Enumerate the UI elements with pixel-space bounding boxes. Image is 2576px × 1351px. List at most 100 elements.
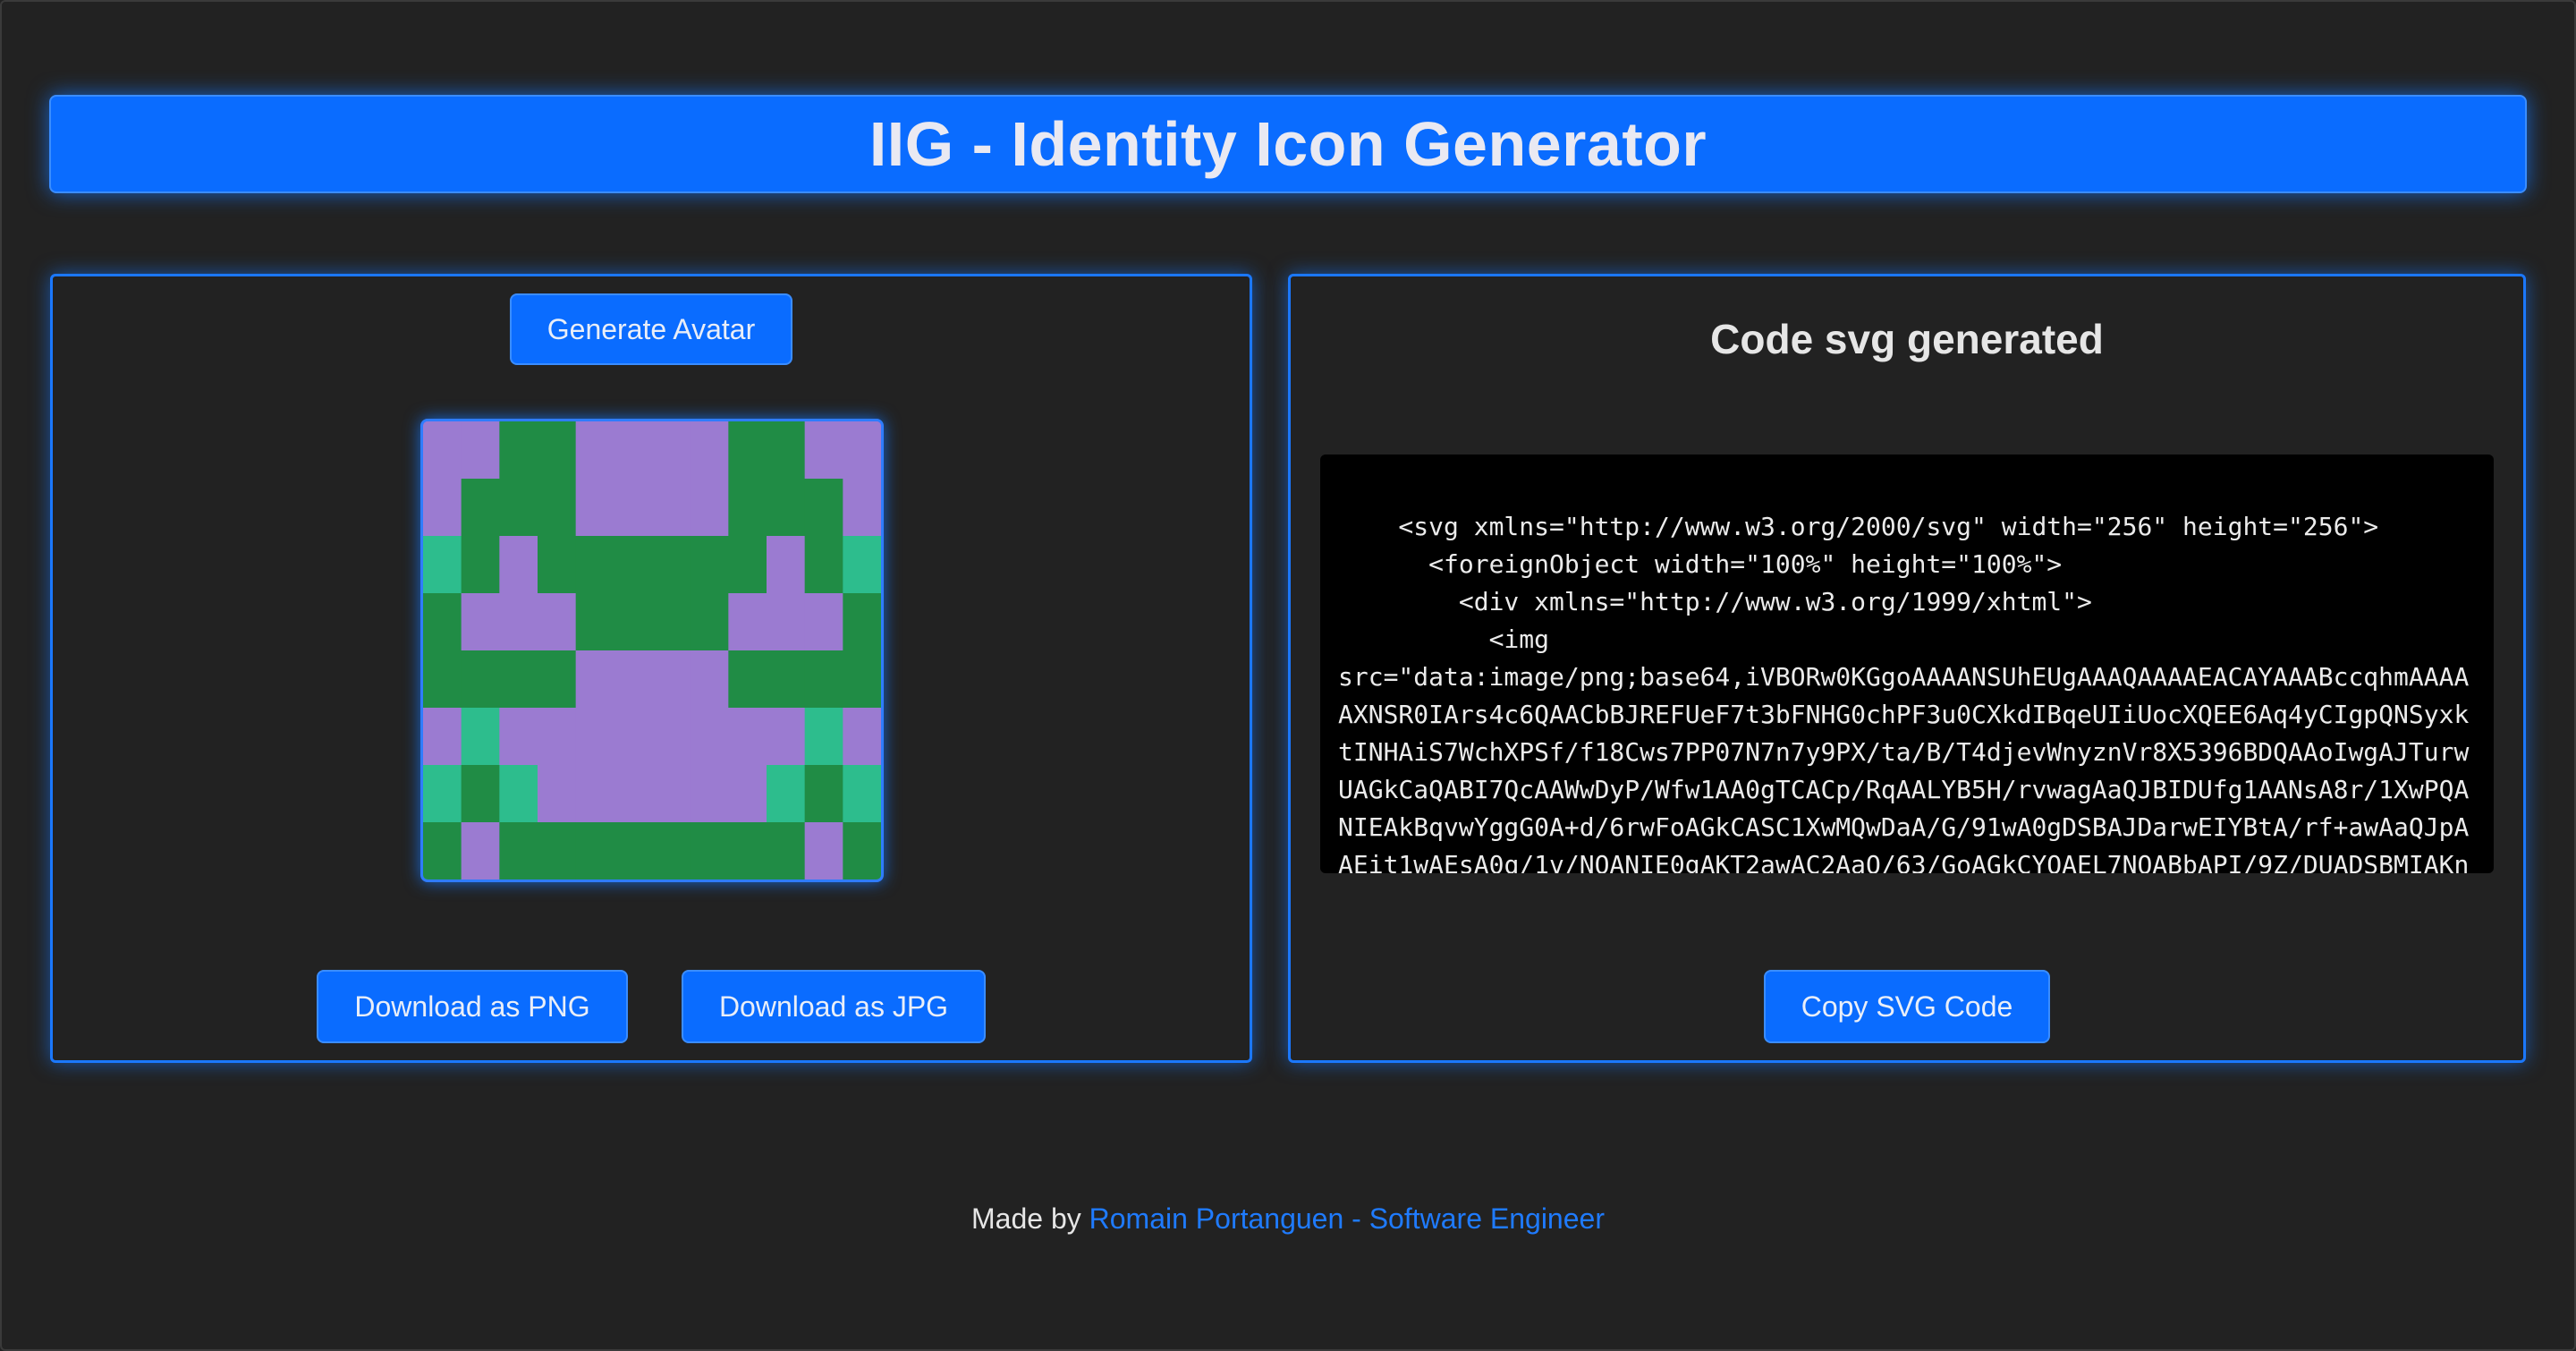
code-line: <foreignObject width="100%" height="100%… (1338, 549, 2063, 579)
avatar-pixel (652, 822, 691, 879)
avatar-pixel (538, 708, 577, 767)
avatar-pixel (767, 479, 806, 538)
avatar-pixel (614, 536, 653, 595)
avatar-pixel (538, 421, 577, 480)
code-line: <svg xmlns="http://www.w3.org/2000/svg" … (1338, 512, 2379, 541)
avatar-pixel (538, 479, 577, 538)
avatar-pixel (423, 421, 462, 480)
avatar-pixel (575, 650, 615, 709)
avatar-pixel (690, 765, 730, 824)
avatar-pixel (499, 822, 538, 879)
code-line: NIEAkBqvwYggG0A+d/6rwFoAGkCASC1XwMQwDaA/… (1338, 812, 2470, 842)
avatar-pixel (843, 765, 881, 824)
avatar-image (423, 421, 881, 879)
code-line: src="data:image/png;base64,iVBORw0KGgoAA… (1338, 662, 2470, 692)
avatar-pixel (728, 421, 767, 480)
avatar-pixel (575, 765, 615, 824)
avatar-pixel (804, 708, 844, 767)
avatar-pixel (614, 765, 653, 824)
avatar-pixel (767, 421, 806, 480)
avatar-preview (420, 419, 884, 882)
app-header: IIG - Identity Icon Generator (49, 95, 2527, 193)
avatar-pixel (499, 765, 538, 824)
avatar-pixel (614, 593, 653, 652)
avatar-pixel (767, 650, 806, 709)
avatar-pixel (843, 708, 881, 767)
avatar-pixel (767, 765, 806, 824)
avatar-pixel (461, 536, 501, 595)
avatar-pixel (575, 536, 615, 595)
avatar-pixel (652, 650, 691, 709)
code-line: tINHAiS7WchXPSf/f18Cws7PP07N7n7y9PX/ta/B… (1338, 737, 2470, 767)
avatar-pixel (423, 536, 462, 595)
avatar-pixel (575, 822, 615, 879)
avatar-pixel (690, 708, 730, 767)
avatar-pixel (843, 421, 881, 480)
avatar-pixel (804, 765, 844, 824)
avatar-pixel (423, 765, 462, 824)
avatar-pixel (843, 822, 881, 879)
author-link[interactable]: Romain Portanguen - Software Engineer (1089, 1202, 1605, 1235)
svg-code-block[interactable]: <svg xmlns="http://www.w3.org/2000/svg" … (1320, 455, 2494, 873)
avatar-pixel (423, 593, 462, 652)
avatar-pixel (690, 593, 730, 652)
avatar-pixel (767, 822, 806, 879)
avatar-pixel (652, 536, 691, 595)
avatar-pixel (804, 650, 844, 709)
avatar-pixel (538, 765, 577, 824)
avatar-pixel (690, 822, 730, 879)
avatar-pixel (499, 421, 538, 480)
avatar-pixel (690, 421, 730, 480)
avatar-pixel (461, 822, 501, 879)
avatar-pixel (690, 479, 730, 538)
code-line: <div xmlns="http://www.w3.org/1999/xhtml… (1338, 587, 2092, 616)
avatar-pixel (499, 650, 538, 709)
avatar-pixel (423, 479, 462, 538)
avatar-pixel (767, 536, 806, 595)
avatar-pixel (843, 479, 881, 538)
avatar-pixel (575, 593, 615, 652)
avatar-pixel (690, 650, 730, 709)
code-line: AEit1wAEsA0q/1v/NQANIE0gAKT2awAC2AaQ/63/… (1338, 850, 2470, 873)
download-jpg-button[interactable]: Download as JPG (682, 970, 986, 1043)
code-line: AXNSR0IArs4c6QAACbBJREFUeF7t3bFNHG0chPF3… (1338, 700, 2470, 729)
svg-code-text: <svg xmlns="http://www.w3.org/2000/svg" … (1338, 508, 2476, 873)
copy-svg-code-button[interactable]: Copy SVG Code (1764, 970, 2050, 1043)
avatar-pixel (728, 822, 767, 879)
avatar-pixel (499, 536, 538, 595)
avatar-pixel (499, 708, 538, 767)
avatar-pixel (499, 479, 538, 538)
code-panel-title: Code svg generated (1710, 316, 2104, 362)
avatar-pixel (728, 479, 767, 538)
page-title: IIG - Identity Icon Generator (869, 109, 1707, 179)
download-png-button[interactable]: Download as PNG (317, 970, 628, 1043)
avatar-pixel (690, 536, 730, 595)
avatar-pixel (728, 536, 767, 595)
avatar-pixel (843, 593, 881, 652)
avatar-pixel (652, 708, 691, 767)
avatar-pixel (804, 593, 844, 652)
avatar-pixel (843, 650, 881, 709)
avatar-pixel (575, 479, 615, 538)
avatar-pixel (804, 479, 844, 538)
avatar-pixel (538, 593, 577, 652)
avatar-pixel (461, 421, 501, 480)
avatar-pixel (728, 593, 767, 652)
avatar-pixel (538, 650, 577, 709)
footer-prefix: Made by (971, 1202, 1089, 1235)
avatar-pixel (767, 708, 806, 767)
avatar-pixel (767, 593, 806, 652)
avatar-pixel (461, 593, 501, 652)
code-line: <img (1338, 625, 1550, 654)
avatar-pixel (461, 650, 501, 709)
avatar-pixel (461, 708, 501, 767)
avatar-pixel (804, 421, 844, 480)
generate-avatar-button[interactable]: Generate Avatar (510, 293, 792, 365)
avatar-pixel (804, 822, 844, 879)
avatar-pixel (461, 479, 501, 538)
avatar-pixel (461, 765, 501, 824)
footer: Made by Romain Portanguen - Software Eng… (0, 1202, 2576, 1236)
avatar-pixel (575, 421, 615, 480)
avatar-pixel (614, 708, 653, 767)
avatar-pixel (614, 822, 653, 879)
